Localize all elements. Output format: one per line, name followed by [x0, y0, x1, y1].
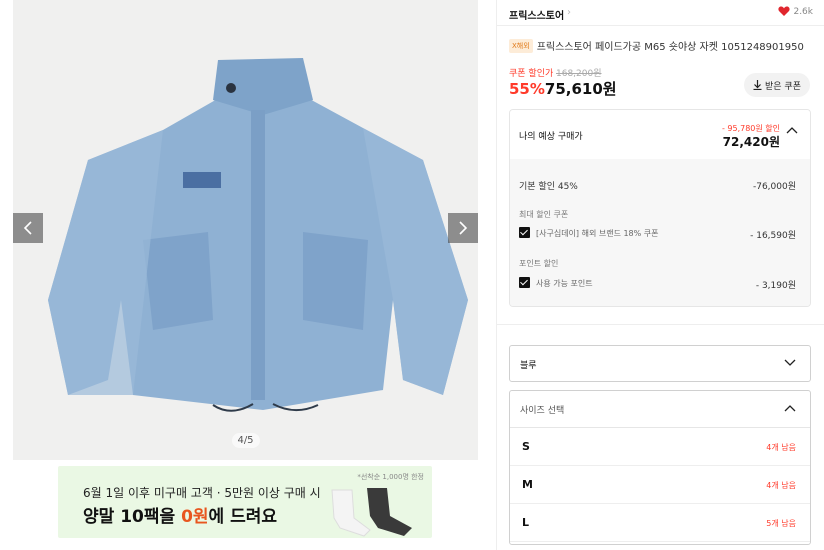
- heart-icon: [778, 6, 791, 16]
- point-item: 사용 가능 포인트: [536, 279, 593, 288]
- expected-price-box: 나의 예상 구매가 - 95,780원 할인 72,420원 기본 할인 45%…: [509, 109, 811, 307]
- download-icon: [753, 80, 762, 90]
- point-row[interactable]: 사용 가능 포인트 - 3,190원: [519, 277, 796, 291]
- prev-image-button[interactable]: [13, 213, 43, 243]
- product-image-gallery[interactable]: 4/5: [13, 0, 478, 460]
- base-discount-label: 기본 할인 45%: [519, 182, 578, 192]
- promo-banner[interactable]: 6월 1일 이후 미구매 고객 · 5만원 이상 구매 시 양말 10팩을 0원…: [58, 466, 432, 538]
- size-stock: 4개 남음: [766, 481, 796, 490]
- chevron-right-icon: [459, 221, 468, 235]
- max-coupon-title: 최대 할인 쿠폰: [519, 210, 569, 219]
- size-option-l[interactable]: L 5개 남음: [510, 504, 810, 542]
- price-row: 55%75,610원: [509, 78, 617, 99]
- overseas-badge: X해외: [509, 38, 533, 53]
- banner-line2-pre: 양말 10팩을: [83, 507, 182, 527]
- product-image: [13, 0, 478, 460]
- size-name: M: [522, 478, 533, 491]
- final-price: 72,420원: [722, 135, 780, 149]
- coupon-download-label: 받은 쿠폰: [765, 81, 801, 92]
- expected-price-toggle[interactable]: 나의 예상 구매가 - 95,780원 할인 72,420원: [510, 110, 810, 159]
- sale-price: 75,610원: [544, 80, 617, 98]
- coupon-download-button[interactable]: 받은 쿠폰: [744, 73, 810, 97]
- socks-image: [331, 488, 412, 537]
- point-title: 포인트 할인: [519, 259, 559, 268]
- size-name: S: [522, 440, 530, 453]
- base-discount-amount: -76,000원: [752, 182, 796, 192]
- size-stock: 4개 남음: [766, 443, 796, 452]
- image-counter: 4/5: [231, 433, 260, 448]
- point-amount: - 3,190원: [755, 281, 796, 291]
- banner-highlight: 0원: [181, 507, 209, 527]
- chevron-down-icon: [784, 359, 796, 366]
- next-image-button[interactable]: [448, 213, 478, 243]
- size-select-header[interactable]: 사이즈 선택: [510, 391, 810, 428]
- color-value: 블루: [520, 361, 537, 371]
- point-checkbox[interactable]: [519, 277, 530, 288]
- size-option-m[interactable]: M 4개 남음: [510, 466, 810, 504]
- chevron-left-icon: [23, 221, 32, 235]
- title-row: X해외 프릭스스토어 페이드가공 M65 숏야상 자켓 105124890195…: [509, 38, 804, 53]
- coupon-item: [사구십데이] 해외 브랜드 18% 쿠폰: [536, 229, 659, 238]
- banner-line1: 6월 1일 이후 미구매 고객 · 5만원 이상 구매 시: [83, 486, 321, 500]
- expected-price-details: 기본 할인 45% -76,000원 최대 할인 쿠폰 [사구십데이] 해외 브…: [510, 159, 810, 306]
- size-placeholder: 사이즈 선택: [520, 406, 565, 416]
- banner-line2-post: 에 드려요: [208, 507, 278, 527]
- color-select[interactable]: 블루: [509, 345, 811, 382]
- banner-line2: 양말 10팩을 0원에 드려요: [83, 502, 277, 527]
- coupon-amount: - 16,590원: [750, 231, 796, 241]
- chevron-up-icon: [786, 127, 798, 134]
- product-title: 프릭스스토어 페이드가공 M65 숏야상 자켓 1051248901950: [536, 42, 804, 53]
- coupon-checkbox[interactable]: [519, 227, 530, 238]
- coupon-row[interactable]: [사구십데이] 해외 브랜드 18% 쿠폰 - 16,590원: [519, 227, 796, 241]
- size-select[interactable]: 사이즈 선택 S 4개 남음 M 4개 남음 L 5개 남음: [509, 390, 811, 545]
- like-count: 2.6k: [793, 6, 813, 17]
- chevron-up-icon: [784, 405, 796, 412]
- size-option-s[interactable]: S 4개 남음: [510, 428, 810, 466]
- product-page: 4/5 6월 1일 이후 미구매 고객 · 5만원 이상 구매 시 양말 10팩…: [0, 0, 824, 550]
- brand-name[interactable]: 프릭스스토어: [509, 7, 564, 22]
- chevron-right-icon: ›: [567, 7, 571, 18]
- brand-row[interactable]: 프릭스스토어 › 2.6k: [497, 0, 824, 26]
- like-button[interactable]: 2.6k: [778, 6, 813, 17]
- discount-percent: 55%: [509, 80, 545, 98]
- purchase-panel: 프릭스스토어 › 2.6k X해외 프릭스스토어 페이드가공 M65 숏야상 자…: [496, 0, 824, 550]
- divider: [497, 324, 824, 325]
- expected-price-label: 나의 예상 구매가: [519, 132, 583, 142]
- base-discount-row: 기본 할인 45% -76,000원: [519, 179, 796, 192]
- size-name: L: [522, 516, 530, 529]
- size-stock: 5개 남음: [766, 519, 796, 528]
